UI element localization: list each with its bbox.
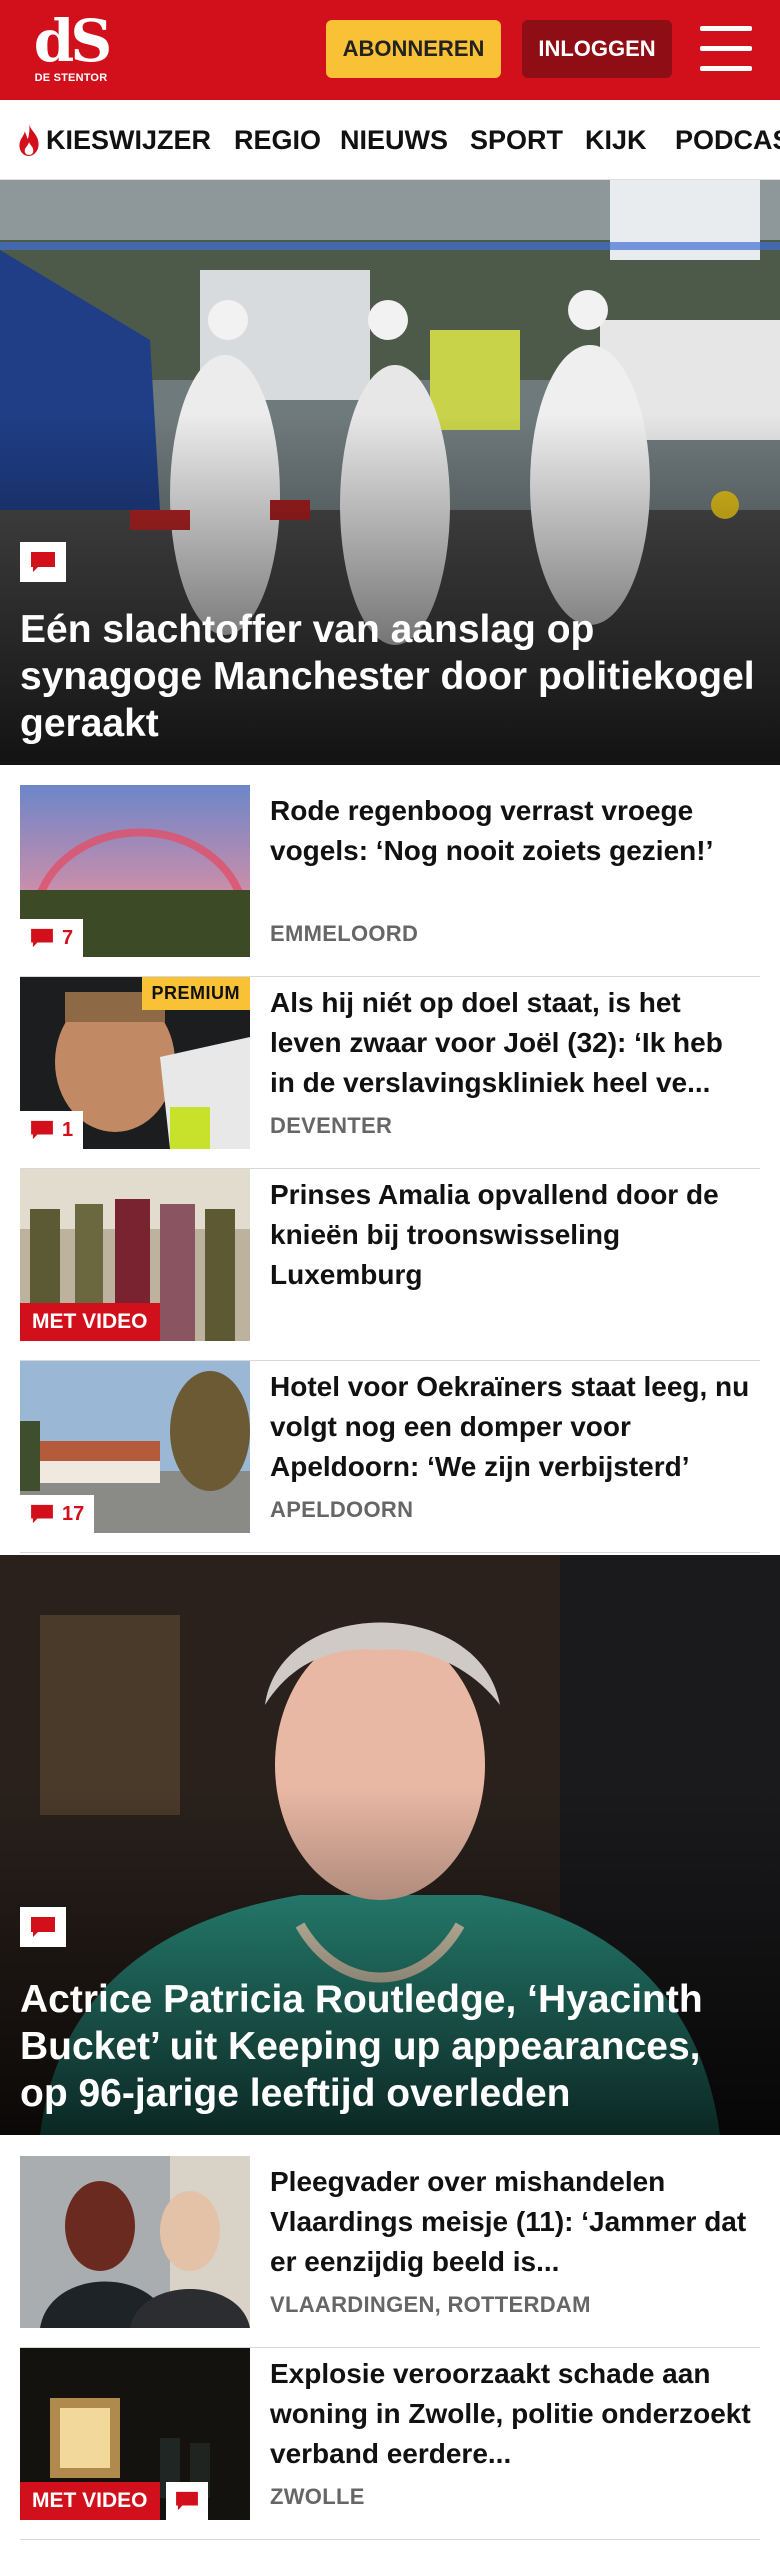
comment-icon [20, 1907, 66, 1947]
hero-article-routledge[interactable]: Actrice Patricia Routledge, ‘Hyacinth Bu… [0, 1555, 780, 2135]
nav-item-label: PODCAST [675, 124, 780, 155]
article-title: Explosie veroorzaakt schade aan woning i… [270, 2358, 751, 2469]
subscribe-button[interactable]: ABONNEREN [326, 20, 501, 78]
article-title: Rode regenboog verrast vroege vogels: ‘N… [270, 795, 714, 866]
nav-item-regio[interactable]: REGIO [234, 100, 322, 179]
flame-icon [19, 124, 39, 156]
nav-item-podcast[interactable]: PODCAST [675, 100, 780, 179]
video-badge: MET VIDEO [20, 1303, 160, 1341]
comment-icon [31, 1504, 53, 1524]
article-thumbnail: MET VIDEO [20, 2348, 250, 2520]
article-place: ZWOLLE [270, 2484, 365, 2509]
video-badge: MET VIDEO [20, 2482, 160, 2520]
article-card[interactable]: Pleegvader over mishandelen Vlaardings m… [20, 2156, 760, 2348]
article-thumbnail: PREMIUM 1 [20, 977, 250, 1149]
article-card[interactable]: MET VIDEO Prinses Amalia opvallend door … [20, 1169, 760, 1361]
nav-item-sport[interactable]: SPORT [470, 100, 564, 179]
logo-name: DE STENTOR [34, 72, 108, 84]
article-thumbnail: 17 [20, 1361, 250, 1533]
hero-title: Actrice Patricia Routledge, ‘Hyacinth Bu… [20, 1978, 703, 2115]
article-place: APELDOORN [270, 1497, 414, 1522]
article-title: Als hij niét op doel staat, is het leven… [270, 987, 723, 1098]
nav-item-nieuws[interactable]: NIEUWS [340, 100, 448, 179]
nav-item-label: KIESWIJZER [46, 124, 212, 155]
article-card[interactable]: PREMIUM 1 Als hij niét op doel staat, is… [20, 977, 760, 1169]
article-place: VLAARDINGEN, ROTTERDAM [270, 2292, 591, 2317]
nav-item-label: REGIO [234, 124, 322, 155]
hero-title: Eén slachtoffer van aanslag op synagoge … [20, 608, 755, 745]
article-place: EMMELOORD [270, 921, 419, 946]
section-nav: KIESWIJZER REGIO NIEUWS SPORT KIJK PODCA… [0, 100, 780, 180]
hero-article-manchester[interactable]: Eén slachtoffer van aanslag op synagoge … [0, 180, 780, 765]
article-thumbnail [20, 2156, 250, 2328]
site-logo[interactable]: dS DE STENTOR [28, 12, 114, 88]
comment-icon [166, 2482, 208, 2520]
comment-count: 17 [20, 1495, 95, 1533]
nav-item-label: SPORT [470, 124, 564, 155]
comment-icon [20, 542, 66, 582]
login-button[interactable]: INLOGGEN [522, 20, 672, 78]
comment-count: 1 [20, 1111, 84, 1149]
premium-badge: PREMIUM [141, 977, 250, 1010]
article-card[interactable]: 17 Hotel voor Oekraïners staat leeg, nu … [20, 1361, 760, 1553]
nav-item-label: NIEUWS [340, 124, 448, 155]
logo-mark: dS [33, 7, 112, 75]
menu-icon[interactable] [700, 26, 752, 72]
article-card[interactable]: 7 Rode regenboog verrast vroege vogels: … [20, 785, 760, 977]
comment-icon [31, 1120, 53, 1140]
comment-icon [31, 928, 53, 948]
article-title: Hotel voor Oekraïners staat leeg, nu vol… [270, 1371, 750, 1482]
nav-item-kieswijzer[interactable]: KIESWIJZER [16, 100, 212, 179]
comment-count: 7 [20, 919, 84, 957]
article-thumbnail: 7 [20, 785, 250, 957]
article-thumbnail: MET VIDEO [20, 1169, 250, 1341]
article-card[interactable]: MET VIDEO Explosie veroorzaakt schade aa… [20, 2348, 760, 2540]
site-header: dS DE STENTOR ABONNEREN INLOGGEN [0, 0, 780, 100]
article-title: Pleegvader over mishandelen Vlaardings m… [270, 2166, 747, 2277]
nav-item-label: KIJK [585, 124, 647, 155]
article-title: Prinses Amalia opvallend door de knieën … [270, 1179, 719, 1290]
article-place: DEVENTER [270, 1113, 393, 1138]
nav-item-kijk[interactable]: KIJK [585, 100, 647, 179]
